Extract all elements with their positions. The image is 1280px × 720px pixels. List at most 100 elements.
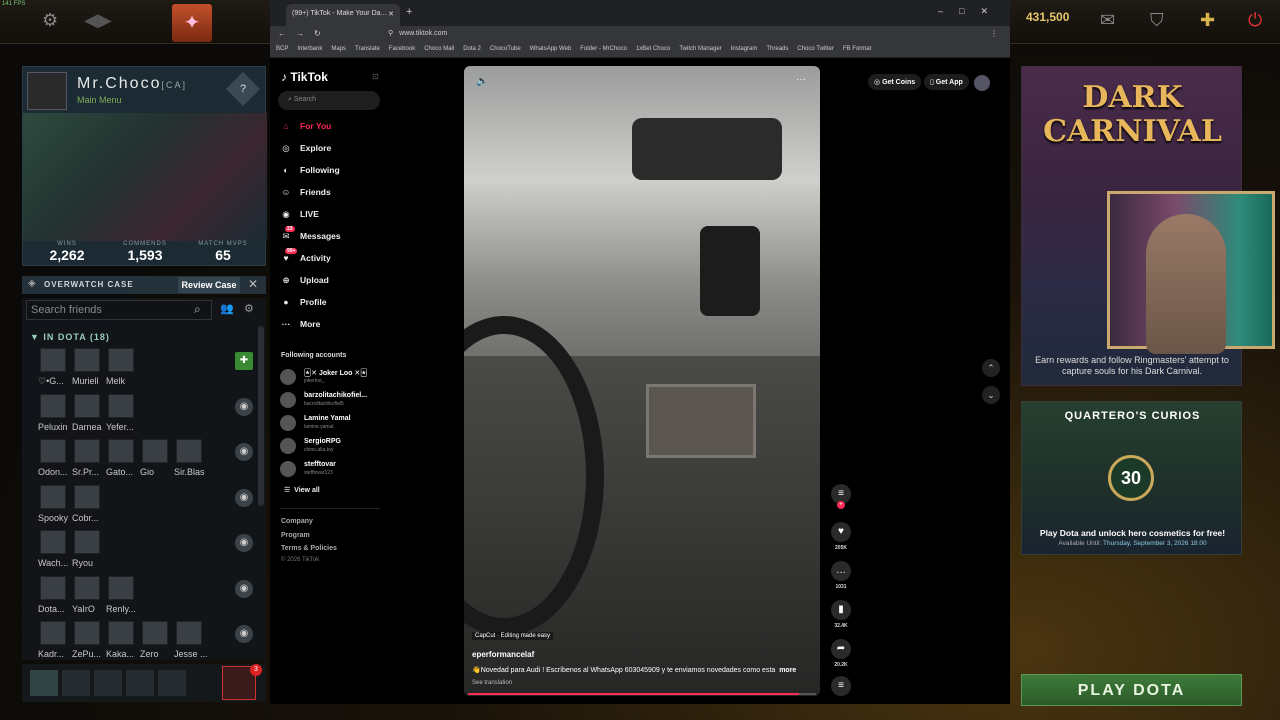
friend-avatar[interactable] bbox=[74, 575, 100, 600]
more-options-icon[interactable]: ··· bbox=[796, 74, 806, 85]
bookmark-item[interactable]: ChocoTube bbox=[490, 46, 521, 52]
friends-scrollbar[interactable] bbox=[258, 326, 264, 506]
bookmark-item[interactable]: Instagram bbox=[731, 46, 758, 52]
watch-game-icon[interactable]: ◉ bbox=[235, 579, 253, 598]
friend-avatar[interactable] bbox=[108, 348, 134, 372]
tab-close-icon[interactable]: ✕ bbox=[388, 10, 394, 18]
get-coins-button[interactable]: ◎ Get Coins bbox=[868, 74, 922, 90]
tiktok-search-input[interactable]: ⌕ Search bbox=[278, 91, 380, 110]
bookmark-item[interactable]: Translate bbox=[355, 46, 380, 52]
bookmark-item[interactable]: Facebook bbox=[389, 46, 415, 52]
nav-item-explore[interactable]: ◎ Explore bbox=[280, 143, 331, 154]
user-avatar[interactable] bbox=[974, 75, 990, 91]
footer-program[interactable]: Program bbox=[281, 532, 310, 539]
nav-item-more[interactable]: ··· More bbox=[280, 319, 321, 329]
bookmark-item[interactable]: Twitch Manager bbox=[679, 46, 721, 52]
video-author[interactable]: eperformancelaf bbox=[472, 650, 534, 659]
watch-game-icon[interactable]: ◉ bbox=[235, 488, 253, 507]
bookmark-item[interactable]: Interbank bbox=[297, 46, 322, 52]
friend-avatar[interactable] bbox=[176, 439, 202, 463]
armory-icon[interactable]: ⛉ bbox=[1150, 10, 1164, 31]
friend-avatar[interactable] bbox=[40, 439, 66, 463]
friend-avatar[interactable] bbox=[74, 621, 100, 645]
following-account[interactable]: stefftovar stefftovar123 bbox=[280, 461, 390, 479]
following-account[interactable]: SergioRPG chino.aka.toy bbox=[280, 438, 390, 456]
new-tab-icon[interactable]: + bbox=[406, 6, 412, 18]
friend-avatar[interactable] bbox=[40, 484, 66, 509]
friend-avatar[interactable] bbox=[108, 575, 134, 600]
window-controls[interactable]: ‒□✕ bbox=[938, 6, 1004, 17]
video-player[interactable]: 🔈 ··· CapCut · Editing made easy eperfor… bbox=[464, 66, 820, 696]
dota-logo-icon[interactable]: ✦ bbox=[172, 4, 212, 42]
nav-item-for-you[interactable]: ⌂ For You bbox=[280, 121, 331, 131]
share-button[interactable]: ➦ 20.2K bbox=[830, 639, 852, 668]
quarteros-curios-banner[interactable]: QUARTERO'S CURIOS 30 Play Dota and unloc… bbox=[1021, 401, 1242, 555]
bookmark-item[interactable]: Choco Twitter bbox=[797, 46, 834, 52]
following-account[interactable]: Lamine Yamal lamine.yamal bbox=[280, 415, 390, 433]
review-case-button[interactable]: Review Case bbox=[178, 277, 240, 293]
watch-game-icon[interactable]: ◉ bbox=[235, 397, 253, 416]
comments-panel-icon[interactable]: ≡ bbox=[830, 676, 852, 696]
nav-buttons-icon[interactable]: ←→↻ bbox=[278, 29, 331, 38]
bookmark-item[interactable]: Choco Mail bbox=[424, 46, 454, 52]
bookmark-item[interactable]: Folder - MrChoco bbox=[580, 46, 627, 52]
play-dota-button[interactable]: PLAY DOTA bbox=[1021, 674, 1242, 706]
friend-avatar[interactable] bbox=[108, 621, 134, 645]
friend-avatar[interactable] bbox=[40, 575, 66, 600]
previous-video-button[interactable]: ⌃ bbox=[982, 359, 1000, 377]
friend-avatar[interactable] bbox=[74, 348, 100, 372]
profile-avatar[interactable] bbox=[27, 72, 67, 110]
plus-icon[interactable]: ✚ bbox=[1200, 10, 1215, 31]
tiktok-logo[interactable]: ♪ TikTok bbox=[281, 70, 328, 84]
bookmark-item[interactable]: BCP bbox=[276, 46, 288, 52]
bookmark-item[interactable]: Maps bbox=[331, 46, 346, 52]
friend-avatar[interactable] bbox=[74, 439, 100, 463]
nav-item-friends[interactable]: ☺ Friends bbox=[280, 187, 331, 197]
video-progress[interactable] bbox=[468, 693, 816, 695]
view-all-link[interactable]: ☰ View all bbox=[284, 486, 320, 494]
watch-game-icon[interactable]: ◉ bbox=[235, 625, 253, 643]
friends-search-input[interactable]: Search friends bbox=[26, 300, 212, 320]
friend-avatar[interactable] bbox=[40, 530, 66, 554]
friend-avatar[interactable] bbox=[74, 484, 100, 509]
party-self-avatar[interactable] bbox=[30, 670, 58, 696]
search-icon[interactable]: ⌕ bbox=[194, 302, 201, 317]
nav-item-following[interactable]: ◐ Following bbox=[280, 165, 339, 175]
add-friend-icon[interactable]: 👥 bbox=[220, 302, 234, 315]
power-icon[interactable]: ⏻ bbox=[1248, 10, 1262, 31]
party-slot[interactable] bbox=[126, 670, 154, 696]
volume-icon[interactable]: 🔈 bbox=[476, 76, 488, 87]
footer-terms[interactable]: Terms & Policies bbox=[281, 545, 337, 552]
following-account[interactable]: barzolitachikofiel... barzolitachikofiel5 bbox=[280, 392, 390, 410]
nav-item-activity[interactable]: ♥ Activity 99+ bbox=[280, 248, 331, 263]
bookmark-item[interactable]: Dota 2 bbox=[463, 46, 481, 52]
collapse-icon[interactable]: ▼ bbox=[30, 332, 43, 342]
capcut-tag[interactable]: CapCut · Editing made easy bbox=[472, 632, 554, 640]
close-icon[interactable]: ✕ bbox=[248, 277, 258, 291]
url-input[interactable]: ⚲ www.tiktok.com bbox=[388, 29, 788, 42]
following-account[interactable]: 🃏✕ Joker Loo ✕🃏 jokerloo_ bbox=[280, 369, 390, 387]
profile-card[interactable]: Mr.Choco[CA] Main Menu ? WINS 2,262 COMME… bbox=[22, 66, 267, 266]
friend-settings-icon[interactable]: ⚙ bbox=[244, 302, 254, 315]
footer-company[interactable]: Company bbox=[281, 518, 313, 525]
bookmark-item[interactable]: 1xBet Choco bbox=[636, 46, 670, 52]
nav-item-live[interactable]: ◉ LIVE bbox=[280, 209, 319, 220]
friend-avatar[interactable] bbox=[74, 530, 100, 554]
party-slot[interactable] bbox=[94, 670, 122, 696]
arrows-icon[interactable]: ◀▶ bbox=[84, 10, 112, 31]
watch-game-icon[interactable]: ◉ bbox=[235, 443, 253, 461]
friend-avatar[interactable] bbox=[40, 393, 66, 418]
browser-tab-tiktok[interactable]: (99+) TikTok - Make Your Da... ✕ bbox=[286, 4, 400, 26]
add-party-icon[interactable]: ✚ bbox=[235, 352, 253, 370]
bookmark-item[interactable]: FB Format bbox=[843, 46, 871, 52]
friend-avatar[interactable] bbox=[176, 621, 202, 645]
more-link[interactable]: more bbox=[779, 667, 796, 674]
friend-avatar[interactable] bbox=[142, 439, 168, 463]
like-button[interactable]: ♥ 205K bbox=[830, 522, 852, 551]
settings-gear-icon[interactable]: ⚙ bbox=[42, 10, 58, 31]
friend-avatar[interactable] bbox=[108, 439, 134, 463]
nav-item-upload[interactable]: ⊕ Upload bbox=[280, 275, 328, 286]
get-app-button[interactable]: ▯ Get App bbox=[924, 74, 969, 90]
friend-avatar[interactable] bbox=[74, 393, 100, 418]
party-slot[interactable] bbox=[62, 670, 90, 696]
